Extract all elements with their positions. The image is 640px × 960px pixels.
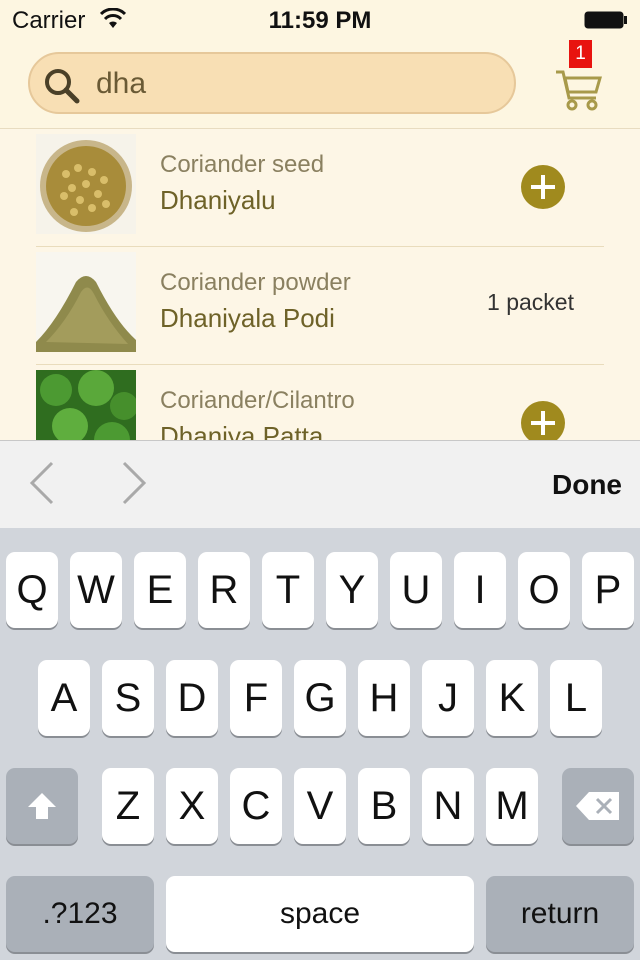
header: dha bbox=[0, 40, 640, 129]
key-l[interactable]: L bbox=[550, 660, 602, 736]
key-s[interactable]: S bbox=[102, 660, 154, 736]
product-name-english: Coriander seed bbox=[160, 151, 325, 178]
clock: 11:59 PM bbox=[268, 7, 372, 34]
shift-arrow-icon bbox=[28, 793, 56, 819]
key-x[interactable]: X bbox=[166, 768, 218, 844]
product-name-english: Coriander powder bbox=[160, 269, 351, 296]
key-q[interactable]: Q bbox=[6, 552, 58, 628]
search-field[interactable]: dha bbox=[28, 52, 516, 114]
quantity-label[interactable]: 1 packet bbox=[487, 289, 574, 316]
cart-icon[interactable] bbox=[554, 62, 604, 112]
add-to-cart-icon[interactable] bbox=[521, 165, 565, 209]
cilantro-image bbox=[36, 370, 136, 440]
coriander-powder-image bbox=[36, 252, 136, 352]
key-b[interactable]: B bbox=[358, 768, 410, 844]
product-name-local: Dhaniya Patta bbox=[160, 421, 324, 440]
product-row[interactable]: Coriander powder Dhaniyala Podi 1 packet bbox=[0, 247, 640, 365]
key-e[interactable]: E bbox=[134, 552, 186, 628]
key-r[interactable]: R bbox=[198, 552, 250, 628]
key-i[interactable]: I bbox=[454, 552, 506, 628]
key-m[interactable]: M bbox=[486, 768, 538, 844]
add-to-cart-icon[interactable] bbox=[521, 401, 565, 440]
battery-icon bbox=[584, 11, 627, 29]
space-key[interactable]: space bbox=[166, 876, 474, 952]
key-a[interactable]: A bbox=[38, 660, 90, 736]
done-button[interactable]: Done bbox=[552, 469, 622, 501]
key-u[interactable]: U bbox=[390, 552, 442, 628]
key-k[interactable]: K bbox=[486, 660, 538, 736]
key-h[interactable]: H bbox=[358, 660, 410, 736]
coriander-seed-image bbox=[36, 134, 136, 234]
product-name-local: Dhaniyala Podi bbox=[160, 303, 335, 333]
key-v[interactable]: V bbox=[294, 768, 346, 844]
key-y[interactable]: Y bbox=[326, 552, 378, 628]
numbers-key[interactable]: .?123 bbox=[6, 876, 154, 952]
key-g[interactable]: G bbox=[294, 660, 346, 736]
product-name-local: Dhaniyalu bbox=[160, 185, 276, 215]
shift-key[interactable] bbox=[6, 768, 78, 844]
product-row[interactable]: Coriander/Cilantro Dhaniya Patta bbox=[0, 365, 640, 440]
previous-field-chevron-icon[interactable] bbox=[28, 461, 58, 505]
return-key[interactable]: return bbox=[486, 876, 634, 952]
cart-count-badge: 1 bbox=[569, 40, 592, 68]
status-bar: Carrier 11:59 PM bbox=[0, 0, 640, 40]
next-field-chevron-icon[interactable] bbox=[118, 461, 148, 505]
key-z[interactable]: Z bbox=[102, 768, 154, 844]
product-name-english: Coriander/Cilantro bbox=[160, 387, 355, 414]
key-w[interactable]: W bbox=[70, 552, 122, 628]
key-d[interactable]: D bbox=[166, 660, 218, 736]
key-o[interactable]: O bbox=[518, 552, 570, 628]
key-j[interactable]: J bbox=[422, 660, 474, 736]
product-list[interactable]: Coriander seed Dhaniyalu Coriander powde… bbox=[0, 129, 640, 440]
keyboard-accessory-bar: Done bbox=[0, 440, 640, 529]
key-n[interactable]: N bbox=[422, 768, 474, 844]
backspace-key[interactable] bbox=[562, 768, 634, 844]
search-icon bbox=[45, 69, 80, 104]
key-f[interactable]: F bbox=[230, 660, 282, 736]
search-input[interactable]: dha bbox=[96, 67, 146, 101]
key-t[interactable]: T bbox=[262, 552, 314, 628]
backspace-icon bbox=[576, 792, 619, 820]
key-c[interactable]: C bbox=[230, 768, 282, 844]
keyboard: Q W E R T Y U I O P A S D F G H J K L Z … bbox=[0, 528, 640, 960]
key-p[interactable]: P bbox=[582, 552, 634, 628]
product-row[interactable]: Coriander seed Dhaniyalu bbox=[0, 129, 640, 247]
